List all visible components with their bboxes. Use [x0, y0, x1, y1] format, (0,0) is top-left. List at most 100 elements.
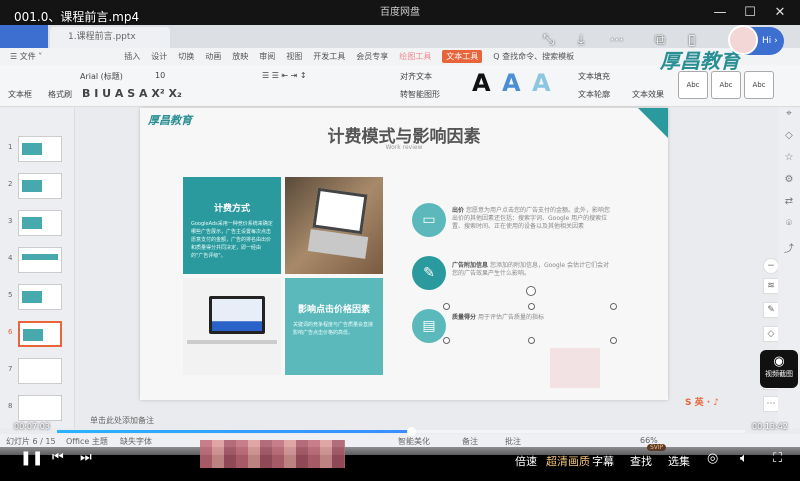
download-icon[interactable]: ⤓ — [578, 32, 584, 48]
pause-icon[interactable]: ❚❚ — [20, 450, 43, 466]
slide-number: 5 — [8, 291, 13, 299]
quality-button[interactable]: 超清画质 — [546, 453, 590, 469]
pip-icon[interactable]: ⧉ — [655, 32, 665, 48]
resize-handle[interactable] — [443, 337, 450, 344]
player-controls: ❚❚ ⏮ ⏭ 倍速 超清画质 字幕 查找 SVIP 选集 ◎ 🔈︎ ⛶ — [0, 444, 800, 474]
slide-number: 6 — [8, 328, 13, 336]
mosaic-blur — [550, 348, 600, 388]
document-icon: ▤ — [412, 309, 446, 343]
svip-badge: SVIP — [647, 444, 667, 451]
wps-home-tab — [0, 25, 48, 48]
menu-drawing: 绘图工具 — [399, 52, 432, 61]
pen-icon[interactable]: ✎ — [763, 302, 779, 318]
settings-icon[interactable]: ◎ — [707, 451, 718, 466]
progress-bar[interactable] — [57, 427, 745, 436]
resize-handle[interactable] — [528, 303, 535, 310]
previous-icon[interactable]: ⏮ — [52, 450, 64, 465]
edit-icon: ✎ — [412, 256, 446, 290]
menu-animation: 动画 — [205, 52, 222, 61]
text-style-black: A — [472, 69, 491, 97]
more-icon[interactable]: ⋯ — [610, 32, 624, 48]
fullscreen-icon[interactable]: ⛶ — [773, 451, 782, 466]
fill-icon[interactable]: ◇ — [763, 326, 779, 342]
maximize-button[interactable]: ☐ — [736, 0, 764, 25]
window-title: 百度网盘 — [380, 7, 420, 18]
slide-canvas: 厚昌教育 计费模式与影响因素 Work review 计费方式 GoogleAd… — [140, 108, 779, 412]
layers-icon[interactable]: ≋ — [763, 278, 779, 294]
share-icon: ⤴ — [784, 244, 794, 255]
location-icon: ⌾ — [786, 218, 792, 229]
search-button[interactable]: 查找 — [630, 453, 652, 469]
watermark-logo: 厚昌教育 — [660, 49, 740, 73]
share-icon[interactable]: ⤡ — [543, 32, 554, 48]
slide-number: 3 — [8, 217, 13, 225]
shape-icon: ◇ — [785, 130, 793, 141]
episodes-button[interactable]: 选集 — [668, 453, 690, 469]
resize-handle[interactable] — [610, 337, 617, 344]
next-icon[interactable]: ⏭ — [80, 450, 92, 465]
slide-thumbnails: 1 2 3 4 5 6 7 8 — [0, 108, 75, 428]
total-time: 00:13:42 — [752, 422, 788, 431]
slide-thumb — [18, 210, 62, 236]
screenshot-button[interactable]: ◉ 视频截图 — [760, 350, 798, 388]
shape-style-3: Abc — [744, 71, 774, 99]
minimize-button[interactable]: — — [706, 0, 734, 25]
assistant-avatar[interactable] — [728, 25, 758, 55]
slide-thumb — [18, 247, 62, 273]
settings-icon: ⚙ — [784, 174, 794, 185]
missing-font: 缺失字体 — [120, 437, 152, 446]
font-size: 10 — [155, 71, 166, 80]
list-icons: ☰ ☰ ⇤ ⇥ ↕ — [262, 71, 307, 80]
text-style-blue: A — [502, 69, 521, 97]
menu-design: 设计 — [151, 52, 168, 61]
slide-number: 7 — [8, 365, 13, 373]
document-tab: 1.课程前言.pptx — [50, 27, 170, 48]
volume-icon[interactable]: 🔈︎ — [740, 451, 748, 466]
subtitle-button[interactable]: 字幕 — [592, 453, 614, 469]
notes-placeholder: 单击此处添加备注 — [90, 416, 154, 425]
more-icon[interactable]: ⋯ — [763, 396, 779, 412]
tile-heading: 影响点击价格因素 — [297, 305, 370, 315]
mini-window-icon[interactable]: ▯ — [688, 32, 696, 48]
text-style-light: A — [532, 69, 551, 97]
notes-toggle: 备注 — [462, 437, 478, 446]
progress-fill — [57, 430, 412, 433]
theme-name: Office 主题 — [66, 437, 108, 446]
tile-factors: 影响点击价格因素 关键词的竞争程度与广告质量会直接影响广告点击价格的高低。 — [285, 278, 383, 375]
slide-counter: 幻灯片 6 / 15 — [6, 437, 56, 446]
shape-style-1: Abc — [678, 71, 708, 99]
resize-handle[interactable] — [610, 303, 617, 310]
font-name: Arial (标题) — [80, 72, 123, 81]
resize-handle[interactable] — [528, 337, 535, 344]
beautify: 智能美化 — [398, 437, 430, 446]
current-time: 00:07:03 — [14, 422, 50, 431]
speed-button[interactable]: 倍速 — [515, 453, 537, 469]
format-painter-label: 格式刷 — [48, 90, 72, 99]
item-label: 出价 — [452, 207, 465, 214]
menu-search: Q 查找命令、搜索模板 — [493, 52, 575, 61]
slide-thumb — [18, 358, 62, 384]
screenshot-label: 视频截图 — [765, 370, 793, 378]
video-filename: 001.0、课程前言.mp4 — [14, 10, 140, 24]
text-effect-label: 文本效果 — [632, 90, 664, 99]
item-bid: 出价 您愿意为用户点击您的广告支付的金额。此外，影响您出价的其他因素还包括：搜索… — [452, 207, 612, 231]
menu-view: 视图 — [286, 52, 303, 61]
slide-number: 2 — [8, 180, 13, 188]
item-label: 广告附加信息 — [452, 262, 489, 269]
item-text: 用于评估广告质量的指标 — [477, 314, 544, 321]
collapse-icon[interactable]: − — [763, 258, 779, 274]
menu-review: 审阅 — [259, 52, 276, 61]
video-frame[interactable]: 1.课程前言.pptx ☰ 文件 ˅ 插入 设计 切换 动画 放映 审阅 视图 … — [0, 25, 800, 455]
item-extensions: 广告附加信息 您添加的附加信息，Google 会估计它们会对您的广告效果产生什么… — [452, 262, 612, 278]
close-button[interactable]: ✕ — [766, 0, 794, 25]
menu-transition: 切换 — [178, 52, 195, 61]
resize-handle[interactable] — [443, 303, 450, 310]
comment-toggle: 批注 — [505, 437, 521, 446]
menu-member: 会员专享 — [356, 52, 389, 61]
slide-thumb — [18, 136, 62, 162]
transition-icon: ⇄ — [784, 196, 794, 207]
rotate-handle[interactable] — [526, 286, 536, 296]
monitor-photo — [183, 278, 281, 375]
item-text: 您愿意为用户点击您的广告支付的金额。此外，影响您出价的其他因素还包括：搜索字词、… — [452, 207, 610, 230]
item-quality: 质量得分 用于评估广告质量的指标 — [452, 314, 612, 322]
